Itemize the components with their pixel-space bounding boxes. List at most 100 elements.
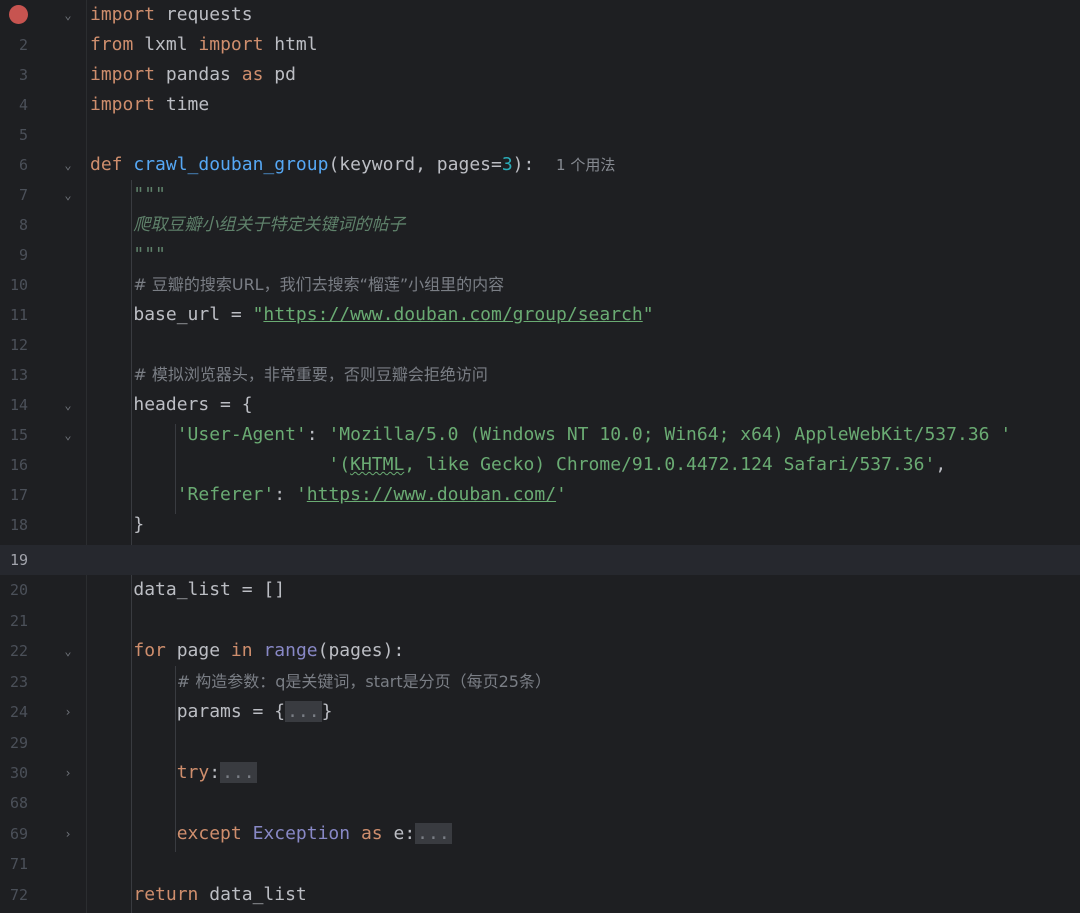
line-number: 8 <box>18 216 28 234</box>
code-text[interactable]: """ <box>90 180 166 210</box>
line-number: 11 <box>9 306 28 324</box>
code-text[interactable]: 'Referer': 'https://www.douban.com/' <box>90 480 567 510</box>
line-number: 71 <box>9 855 28 873</box>
code-text[interactable]: # 模拟浏览器头，非常重要，否则豆瓣会拒绝访问 <box>90 360 488 390</box>
code-line: 7 ⌄ """ <box>0 180 1080 210</box>
folded-code-placeholder[interactable]: ... <box>285 701 322 722</box>
chevron-down-icon[interactable]: ⌄ <box>61 188 75 202</box>
line-number: 5 <box>18 126 28 144</box>
line-number: 19 <box>9 551 28 569</box>
line-number: 21 <box>9 612 28 630</box>
code-line: 14 ⌄ headers = { <box>0 390 1080 420</box>
line-number: 24 <box>9 703 28 721</box>
code-line: 2 from lxml import html <box>0 30 1080 60</box>
chevron-down-icon[interactable]: ⌄ <box>61 428 75 442</box>
line-number: 13 <box>9 366 28 384</box>
code-text[interactable]: try:... <box>90 758 257 788</box>
code-line: 20 data_list = [] <box>0 575 1080 605</box>
breakpoint-icon[interactable] <box>9 5 28 24</box>
code-text[interactable]: 爬取豆瓣小组关于特定关键词的帖子 <box>90 210 405 240</box>
chevron-right-icon[interactable]: › <box>61 766 75 780</box>
code-line: 3 import pandas as pd <box>0 60 1080 90</box>
line-number: 23 <box>9 673 28 691</box>
code-line: 22 ⌄ for page in range(pages): <box>0 636 1080 666</box>
code-line: 4 import time <box>0 90 1080 120</box>
line-number: 30 <box>9 764 28 782</box>
code-text[interactable]: import requests <box>90 0 253 30</box>
line-number: 3 <box>18 66 28 84</box>
code-text[interactable]: # 豆瓣的搜索URL，我们去搜索“榴莲”小组里的内容 <box>90 270 504 300</box>
code-text[interactable]: import time <box>90 90 209 120</box>
line-number: 18 <box>9 516 28 534</box>
code-text[interactable]: except Exception as e:... <box>90 819 452 849</box>
code-line: 23 # 构造参数：q是关键词，start是分页（每页25条） <box>0 667 1080 697</box>
chevron-right-icon[interactable]: › <box>61 827 75 841</box>
line-number: 17 <box>9 486 28 504</box>
line-number: 68 <box>9 794 28 812</box>
url-link[interactable]: https://www.douban.com/group/search <box>263 304 642 325</box>
line-number: 4 <box>18 96 28 114</box>
current-line-highlight[interactable]: 19 <box>0 545 1080 575</box>
usage-hint[interactable]: 1 个用法 <box>556 156 615 174</box>
code-text[interactable]: """ <box>90 240 166 270</box>
line-number: 16 <box>9 456 28 474</box>
code-line: 12 <box>0 330 1080 360</box>
line-number: 15 <box>9 426 28 444</box>
line-number: 20 <box>9 581 28 599</box>
code-line: 17 'Referer': 'https://www.douban.com/' <box>0 480 1080 510</box>
code-line: 30 › try:... <box>0 758 1080 788</box>
code-line: 24 › params = {...} <box>0 697 1080 727</box>
chevron-down-icon[interactable]: ⌄ <box>61 8 75 22</box>
code-line: 6 ⌄ def crawl_douban_group(keyword, page… <box>0 150 1080 180</box>
chevron-right-icon[interactable]: › <box>61 705 75 719</box>
code-text[interactable]: import pandas as pd <box>90 60 296 90</box>
chevron-down-icon[interactable]: ⌄ <box>61 644 75 658</box>
code-text[interactable]: def crawl_douban_group(keyword, pages=3)… <box>90 150 615 180</box>
chevron-down-icon[interactable]: ⌄ <box>61 398 75 412</box>
code-text[interactable]: params = {...} <box>90 697 332 727</box>
code-line: 10 # 豆瓣的搜索URL，我们去搜索“榴莲”小组里的内容 <box>0 270 1080 300</box>
line-number: 9 <box>18 246 28 264</box>
code-text[interactable]: for page in range(pages): <box>90 636 404 666</box>
folded-code-placeholder[interactable]: ... <box>415 823 452 844</box>
line-number: 14 <box>9 396 28 414</box>
line-number: 6 <box>18 156 28 174</box>
typo-warning[interactable]: KHTML <box>350 454 404 475</box>
code-text[interactable]: data_list = [] <box>90 575 285 605</box>
code-line: 13 # 模拟浏览器头，非常重要，否则豆瓣会拒绝访问 <box>0 360 1080 390</box>
folded-code-placeholder[interactable]: ... <box>220 762 257 783</box>
code-text[interactable]: from lxml import html <box>90 30 318 60</box>
code-line: 71 <box>0 849 1080 879</box>
code-line: 9 """ <box>0 240 1080 270</box>
code-text[interactable]: 'User-Agent': 'Mozilla/5.0 (Windows NT 1… <box>90 420 1011 450</box>
code-line: 68 <box>0 788 1080 818</box>
code-line: 21 <box>0 606 1080 636</box>
code-line: 11 base_url = "https://www.douban.com/gr… <box>0 300 1080 330</box>
code-text[interactable]: '(KHTML, like Gecko) Chrome/91.0.4472.12… <box>90 450 946 480</box>
line-number: 69 <box>9 825 28 843</box>
line-number: 72 <box>9 886 28 904</box>
code-line: 15 ⌄ 'User-Agent': 'Mozilla/5.0 (Windows… <box>0 420 1080 450</box>
code-text[interactable]: } <box>90 510 144 540</box>
code-line: 16 '(KHTML, like Gecko) Chrome/91.0.4472… <box>0 450 1080 480</box>
line-number: 22 <box>9 642 28 660</box>
line-number: 29 <box>9 734 28 752</box>
url-link[interactable]: https://www.douban.com/ <box>307 484 556 505</box>
code-editor[interactable]: ⌄ import requests 2 from lxml import htm… <box>0 0 1080 913</box>
code-line: 5 <box>0 120 1080 150</box>
line-number: 2 <box>18 36 28 54</box>
code-line: 29 <box>0 728 1080 758</box>
code-text[interactable]: # 构造参数：q是关键词，start是分页（每页25条） <box>90 667 551 697</box>
code-line: 72 return data_list <box>0 880 1080 910</box>
code-line: 69 › except Exception as e:... <box>0 819 1080 849</box>
code-text[interactable]: return data_list <box>90 880 306 910</box>
code-text[interactable]: headers = { <box>90 390 252 420</box>
line-number: 7 <box>18 186 28 204</box>
chevron-down-icon[interactable]: ⌄ <box>61 158 75 172</box>
line-number: 10 <box>9 276 28 294</box>
code-line: 18 } <box>0 510 1080 540</box>
line-number: 12 <box>9 336 28 354</box>
code-line: 8 爬取豆瓣小组关于特定关键词的帖子 <box>0 210 1080 240</box>
code-line: ⌄ import requests <box>0 0 1080 30</box>
code-text[interactable]: base_url = "https://www.douban.com/group… <box>90 300 653 330</box>
